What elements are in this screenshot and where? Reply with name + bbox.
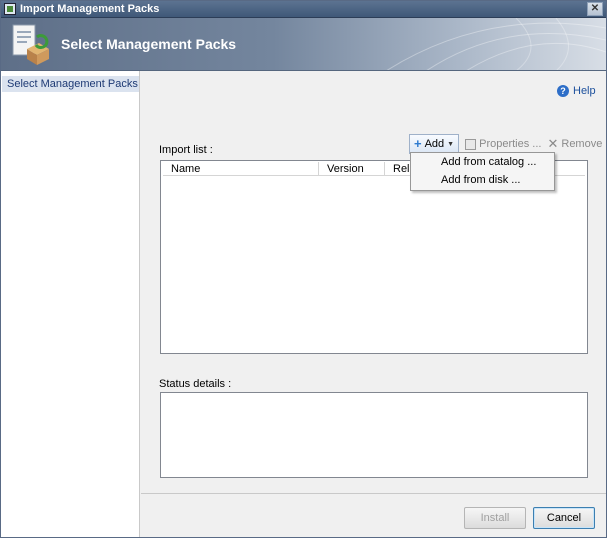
properties-button-label: Properties ...	[479, 138, 542, 150]
banner-swirl-graphic	[386, 18, 606, 70]
menu-item-add-from-catalog[interactable]: Add from catalog ...	[413, 154, 552, 171]
cancel-button[interactable]: Cancel	[533, 507, 595, 529]
properties-icon	[465, 138, 477, 150]
main-content: ? Help Import list : + Add ▼ Properties …	[141, 71, 606, 537]
plus-icon: +	[414, 136, 422, 151]
wizard-nav: Select Management Packs	[1, 71, 140, 537]
install-button[interactable]: Install	[464, 507, 526, 529]
management-pack-icon	[12, 24, 49, 65]
column-header-name[interactable]: Name	[163, 162, 319, 176]
help-link[interactable]: ? Help	[557, 84, 596, 98]
close-button[interactable]: ✕	[587, 2, 603, 16]
import-management-packs-window: Import Management Packs ✕ Select Managem…	[0, 0, 607, 538]
help-label: Help	[573, 85, 596, 97]
header-banner: Select Management Packs	[1, 18, 606, 71]
help-icon: ?	[557, 85, 569, 97]
menu-item-add-from-disk[interactable]: Add from disk ...	[413, 172, 552, 189]
title-bar[interactable]: Import Management Packs ✕	[1, 1, 606, 18]
window-title: Import Management Packs	[20, 3, 160, 15]
remove-button-label: Remove	[561, 138, 603, 150]
add-dropdown-menu: Add from catalog ... Add from disk ...	[410, 152, 555, 191]
status-details-label: Status details :	[159, 378, 232, 390]
add-button-label: Add	[424, 138, 445, 150]
banner-title: Select Management Packs	[61, 36, 237, 52]
column-header-version[interactable]: Version	[319, 162, 385, 176]
close-icon: ✕	[590, 3, 600, 14]
status-details-box[interactable]	[160, 392, 588, 478]
nav-item-select-management-packs[interactable]: Select Management Packs	[2, 76, 139, 92]
properties-button[interactable]: Properties ...	[465, 138, 541, 150]
remove-button[interactable]: ✕ Remove	[547, 136, 603, 151]
app-icon	[4, 3, 16, 15]
footer-divider	[141, 493, 606, 494]
remove-icon: ✕	[547, 136, 559, 151]
import-toolbar: + Add ▼ Properties ... ✕ Remove	[409, 134, 602, 154]
add-button[interactable]: + Add ▼	[409, 134, 460, 154]
chevron-down-icon: ▼	[447, 140, 455, 148]
import-list-label: Import list :	[159, 144, 213, 156]
